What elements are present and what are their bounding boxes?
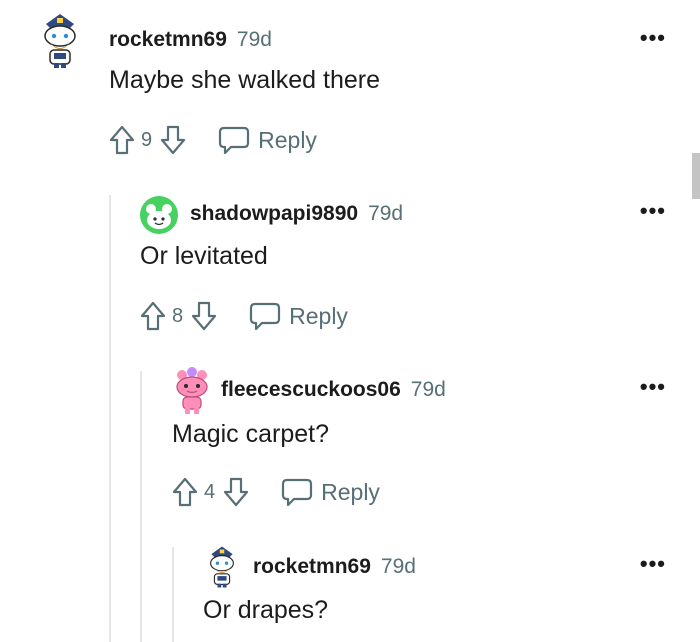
comment-bubble-icon bbox=[250, 302, 281, 331]
username-text[interactable]: rocketmn69 bbox=[253, 555, 371, 578]
comment-body: Maybe she walked there bbox=[109, 66, 380, 94]
reply-button[interactable]: Reply bbox=[218, 125, 317, 155]
reply-label: Reply bbox=[258, 126, 317, 153]
vote-count: 9 bbox=[141, 128, 153, 151]
comment-actions: 4 Reply bbox=[170, 472, 380, 512]
snoo-blue-cap-avatar-icon bbox=[44, 14, 76, 68]
avatar[interactable] bbox=[172, 367, 212, 420]
upvote-icon[interactable] bbox=[170, 475, 200, 509]
username[interactable]: fleecescuckoos06 79d bbox=[221, 378, 446, 402]
upvote-icon[interactable] bbox=[138, 299, 168, 333]
more-options-icon[interactable]: ••• bbox=[640, 200, 666, 222]
comment-body: Magic carpet? bbox=[172, 420, 330, 448]
vote-count: 4 bbox=[204, 480, 216, 503]
more-options-icon[interactable]: ••• bbox=[640, 27, 666, 49]
comment-age: 79d bbox=[368, 202, 404, 225]
thread-line bbox=[172, 547, 174, 642]
snoo-green-avatar-icon bbox=[140, 196, 178, 234]
upvote-icon[interactable] bbox=[107, 123, 137, 157]
reply-button[interactable]: Reply bbox=[249, 301, 348, 331]
reply-button[interactable]: Reply bbox=[281, 477, 380, 507]
comment-age: 79d bbox=[380, 555, 416, 578]
reply-label: Reply bbox=[289, 302, 348, 329]
snoo-blue-cap-avatar-icon bbox=[210, 546, 234, 588]
username[interactable]: rocketmn69 79d bbox=[253, 555, 416, 579]
username[interactable]: rocketmn69 79d bbox=[109, 28, 272, 52]
more-options-icon[interactable]: ••• bbox=[640, 376, 666, 398]
downvote-icon[interactable] bbox=[158, 123, 188, 157]
thread-line bbox=[140, 371, 142, 642]
vote-count: 8 bbox=[172, 304, 184, 327]
scrollbar-thumb[interactable] bbox=[692, 153, 700, 199]
username-text[interactable]: rocketmn69 bbox=[109, 28, 227, 51]
avatar[interactable] bbox=[139, 195, 179, 240]
comment-age: 79d bbox=[236, 28, 272, 51]
thread-line bbox=[109, 195, 111, 642]
username[interactable]: shadowpapi9890 79d bbox=[190, 202, 403, 226]
avatar[interactable] bbox=[205, 545, 239, 594]
downvote-icon[interactable] bbox=[221, 475, 251, 509]
comment-actions: 9 Reply bbox=[107, 120, 317, 160]
avatar[interactable] bbox=[40, 12, 80, 75]
more-options-icon[interactable]: ••• bbox=[640, 553, 666, 575]
username-text[interactable]: fleecescuckoos06 bbox=[221, 378, 401, 401]
downvote-icon[interactable] bbox=[189, 299, 219, 333]
comment-body: Or drapes? bbox=[203, 596, 329, 624]
comment-age: 79d bbox=[410, 378, 446, 401]
comment-body: Or levitated bbox=[140, 242, 268, 270]
comment-actions: 8 Reply bbox=[138, 296, 348, 336]
comment-bubble-icon bbox=[282, 478, 313, 507]
comment-bubble-icon bbox=[219, 126, 250, 155]
snoo-pink-avatar-icon bbox=[176, 367, 208, 414]
username-text[interactable]: shadowpapi9890 bbox=[190, 202, 358, 225]
reply-label: Reply bbox=[321, 478, 380, 505]
